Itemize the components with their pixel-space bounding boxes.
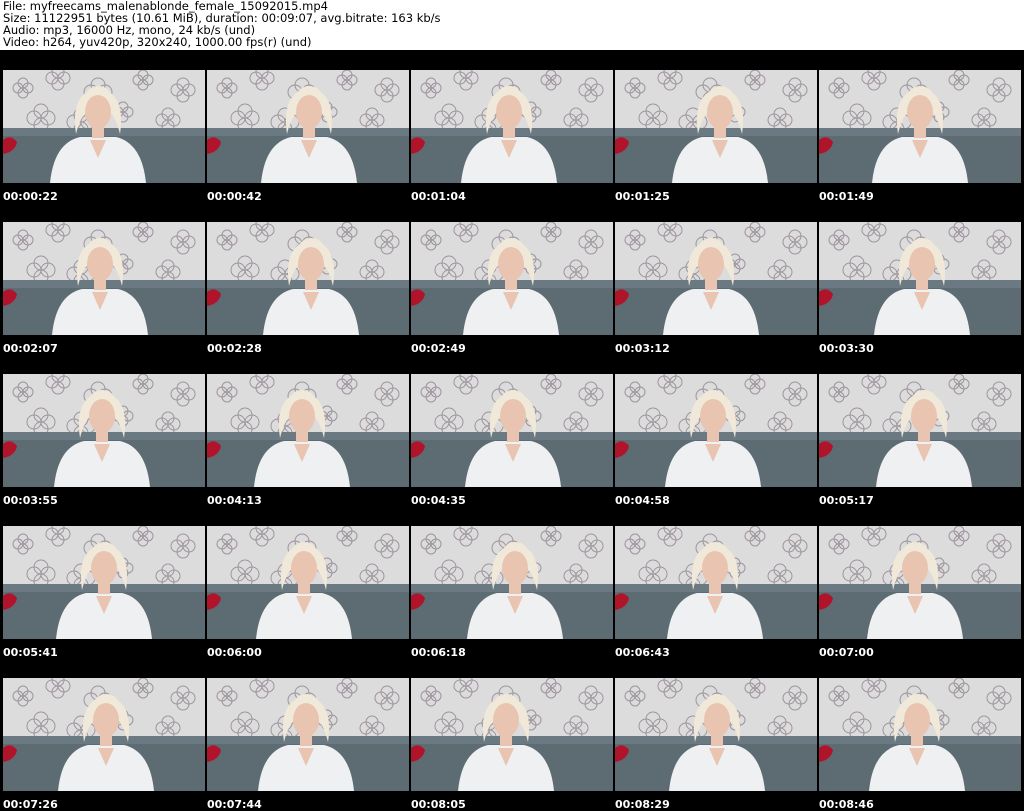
thumbnail-cell: 00:07:00 [816,506,1021,659]
thumbnail-cell: 00:06:00 [204,506,409,659]
thumbnail-cell: 00:02:28 [204,202,409,355]
thumbnail-cell: 00:08:46 [816,658,1021,811]
thumbnail-cell: 00:04:35 [408,354,613,507]
timestamp-label: 00:08:29 [615,798,670,811]
video-frame-image [819,526,1021,639]
video-frame-image [615,374,817,487]
video-frame-image [411,374,613,487]
info-header: File: myfreecams_malenablonde_female_150… [0,0,1024,50]
video-frame-image [207,678,409,791]
thumbnail-grid: 00:00:22 00:00:42 00:01:04 00:01:25 00:0… [0,50,1024,811]
video-frame-image [819,222,1021,335]
thumbnail-cell: 00:01:25 [612,50,817,203]
thumbnail-cell: 00:02:07 [0,202,205,355]
timestamp-label: 00:08:05 [411,798,466,811]
video-frame-image [615,526,817,639]
video-frame-image [411,678,613,791]
thumbnail-cell: 00:07:44 [204,658,409,811]
thumbnail-cell: 00:03:30 [816,202,1021,355]
thumbnail-cell: 00:05:17 [816,354,1021,507]
thumbnail-cell: 00:03:12 [612,202,817,355]
video-frame-image [819,374,1021,487]
thumbnail-cell: 00:04:13 [204,354,409,507]
thumbnail-cell: 00:01:49 [816,50,1021,203]
thumbnail-cell: 00:04:58 [612,354,817,507]
video-frame-image [3,678,205,791]
video-frame-image [207,374,409,487]
thumbnail-cell: 00:07:26 [0,658,205,811]
video-frame-image [207,70,409,183]
thumbnail-cell: 00:03:55 [0,354,205,507]
video-frame-image [3,526,205,639]
thumbnail-cell: 00:00:42 [204,50,409,203]
thumbnail-cell: 00:06:18 [408,506,613,659]
thumbnail-cell: 00:05:41 [0,506,205,659]
timestamp-label: 00:07:44 [207,798,262,811]
video-frame-image [207,222,409,335]
timestamp-label: 00:07:26 [3,798,58,811]
video-info-line: Video: h264, yuv420p, 320x240, 1000.00 f… [3,35,312,49]
video-frame-image [3,222,205,335]
video-frame-image [615,70,817,183]
thumbnail-cell: 00:00:22 [0,50,205,203]
thumbnail-cell: 00:08:29 [612,658,817,811]
thumbnail-cell: 00:08:05 [408,658,613,811]
thumbnail-cell: 00:06:43 [612,506,817,659]
video-frame-image [3,70,205,183]
video-frame-image [3,374,205,487]
video-frame-image [615,678,817,791]
thumbnail-cell: 00:01:04 [408,50,613,203]
video-frame-image [411,70,613,183]
video-frame-image [819,678,1021,791]
video-frame-image [207,526,409,639]
video-frame-image [411,222,613,335]
video-frame-image [615,222,817,335]
video-frame-image [411,526,613,639]
video-frame-image [819,70,1021,183]
thumbnail-cell: 00:02:49 [408,202,613,355]
timestamp-label: 00:08:46 [819,798,874,811]
